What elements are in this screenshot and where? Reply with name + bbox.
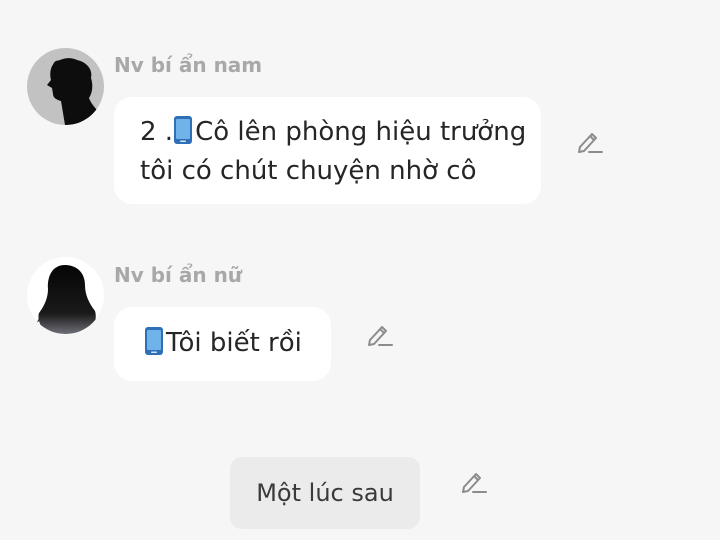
female-silhouette-avatar[interactable] [27,257,104,334]
message-bubble-2: Tôi biết rồi [114,307,331,381]
message-line: Tôi biết rồi [144,326,307,365]
sender-name-female: Nv bí ẩn nữ [114,263,243,287]
mobile-phone-icon [144,326,164,365]
pencil-icon[interactable] [459,467,487,495]
message-text: Tôi biết rồi [166,328,302,358]
message-text-line-2: tôi có chút chuyện nhờ cô [140,156,477,186]
message-number: 2 . [140,117,174,147]
sender-name-male: Nv bí ẩn nam [114,53,263,77]
message-text: Cô lên phòng hiệu trưởng [195,117,527,147]
mobile-phone-icon [173,115,193,154]
pencil-icon[interactable] [365,320,393,348]
male-silhouette-avatar[interactable] [27,48,104,125]
message-bubble-1: 2 . Cô lên phòng hiệu trưởng tôi có chút … [114,97,541,204]
message-line: 2 . Cô lên phòng hiệu trưởng [140,115,526,154]
male-silhouette-icon [47,58,104,125]
chat-screen: Nv bí ẩn nam 2 . Cô lên phòng hiệu trưởng… [0,0,720,540]
narration-button[interactable]: Một lúc sau [230,457,420,529]
pencil-icon[interactable] [575,127,603,155]
female-silhouette-icon [34,265,96,334]
